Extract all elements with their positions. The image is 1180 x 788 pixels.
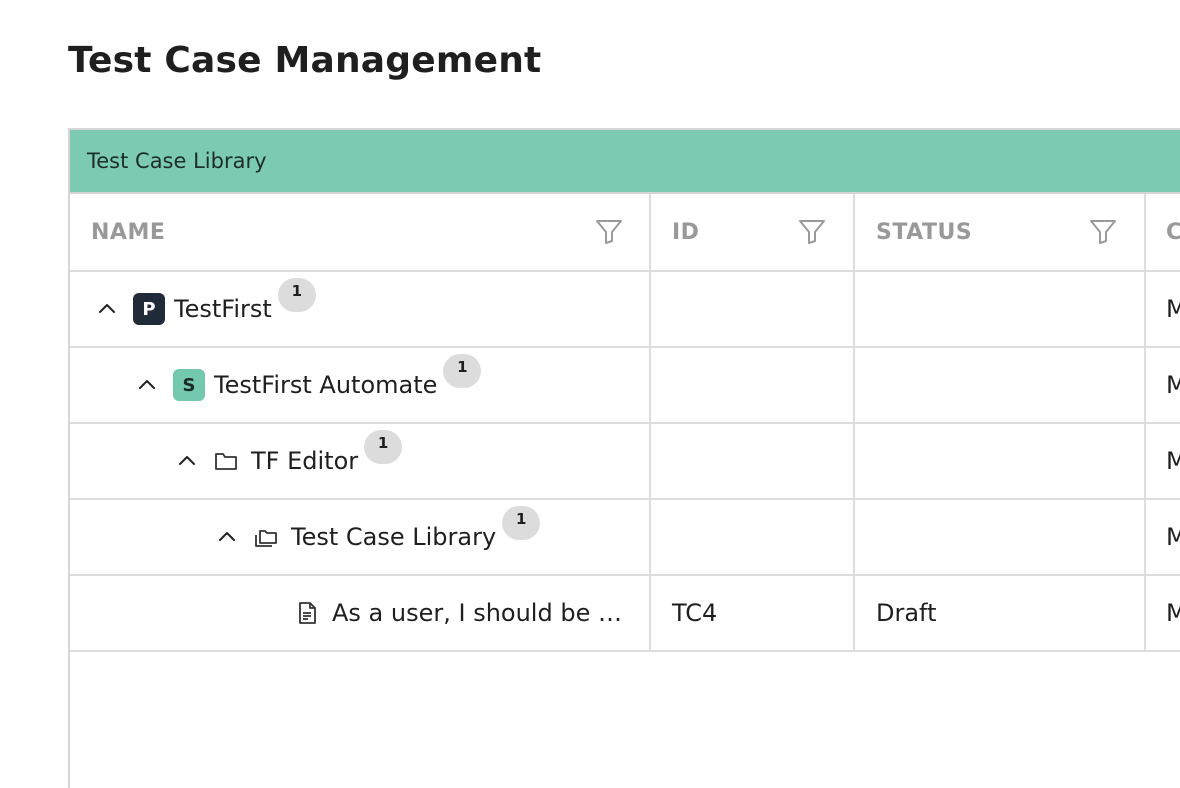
filter-icon[interactable] xyxy=(797,216,827,246)
count-badge: 1 xyxy=(277,278,316,312)
folder-icon xyxy=(215,453,237,470)
name-cell: TF Editor 1 xyxy=(70,424,651,498)
id-cell xyxy=(651,500,855,574)
extra-cell: M xyxy=(1146,576,1180,650)
id-cell xyxy=(651,424,855,498)
panel-header: Test Case Library xyxy=(70,130,1180,194)
column-header-id[interactable]: ID xyxy=(651,194,855,270)
column-header-extra[interactable]: C xyxy=(1146,194,1180,270)
table-row[interactable]: P TestFirst 1 M xyxy=(70,272,1180,348)
row-name[interactable]: Test Case Library xyxy=(291,523,496,551)
folders-icon xyxy=(255,530,277,547)
column-header-label: STATUS xyxy=(876,219,973,245)
suite-badge: S xyxy=(173,369,205,401)
tree-node: As a user, I should be a… xyxy=(294,576,622,650)
table-row[interactable]: S TestFirst Automate 1 M xyxy=(70,348,1180,424)
count-badge: 1 xyxy=(443,354,482,388)
id-cell xyxy=(651,272,855,346)
row-name[interactable]: TF Editor xyxy=(251,447,358,475)
tree-node: Test Case Library 1 xyxy=(215,500,541,574)
column-header-label: C xyxy=(1166,220,1180,245)
column-header-label: NAME xyxy=(91,219,166,245)
chevron-up-icon[interactable] xyxy=(95,297,119,321)
page-title: Test Case Management xyxy=(68,40,542,81)
column-header-status[interactable]: STATUS xyxy=(855,194,1146,270)
tree-node: P TestFirst 1 xyxy=(95,272,316,346)
chevron-up-icon[interactable] xyxy=(215,525,239,549)
chevron-up-icon[interactable] xyxy=(135,373,159,397)
column-header-label: ID xyxy=(672,219,700,245)
test-case-table: Test Case Library NAME ID STATUS C xyxy=(68,128,1180,788)
status-cell: Draft xyxy=(855,576,1146,650)
name-cell: Test Case Library 1 xyxy=(70,500,651,574)
count-badge: 1 xyxy=(502,506,541,540)
row-name[interactable]: TestFirst xyxy=(174,295,272,323)
id-cell: TC4 xyxy=(651,576,855,650)
extra-cell: M xyxy=(1146,500,1180,574)
table-row[interactable]: TF Editor 1 M xyxy=(70,424,1180,500)
table-header-row: NAME ID STATUS C xyxy=(70,194,1180,272)
table-row[interactable]: Test Case Library 1 M xyxy=(70,500,1180,576)
status-cell xyxy=(855,272,1146,346)
count-badge: 1 xyxy=(364,430,403,464)
status-cell xyxy=(855,424,1146,498)
project-badge: P xyxy=(133,293,165,325)
name-cell: S TestFirst Automate 1 xyxy=(70,348,651,422)
id-cell xyxy=(651,348,855,422)
status-cell xyxy=(855,500,1146,574)
table-row[interactable]: As a user, I should be a… TC4 Draft M xyxy=(70,576,1180,652)
status-cell xyxy=(855,348,1146,422)
extra-cell: M xyxy=(1146,424,1180,498)
row-name[interactable]: As a user, I should be a… xyxy=(332,599,622,627)
tree-node: S TestFirst Automate 1 xyxy=(135,348,482,422)
filter-icon[interactable] xyxy=(594,216,624,246)
row-name[interactable]: TestFirst Automate xyxy=(214,371,437,399)
extra-cell: M xyxy=(1146,272,1180,346)
tree-node: TF Editor 1 xyxy=(175,424,403,498)
panel-title: Test Case Library xyxy=(87,149,267,173)
name-cell: P TestFirst 1 xyxy=(70,272,651,346)
extra-cell: M xyxy=(1146,348,1180,422)
column-header-name[interactable]: NAME xyxy=(70,194,651,270)
name-cell: As a user, I should be a… xyxy=(70,576,651,650)
chevron-up-icon[interactable] xyxy=(175,449,199,473)
document-icon xyxy=(299,602,316,624)
filter-icon[interactable] xyxy=(1088,216,1118,246)
